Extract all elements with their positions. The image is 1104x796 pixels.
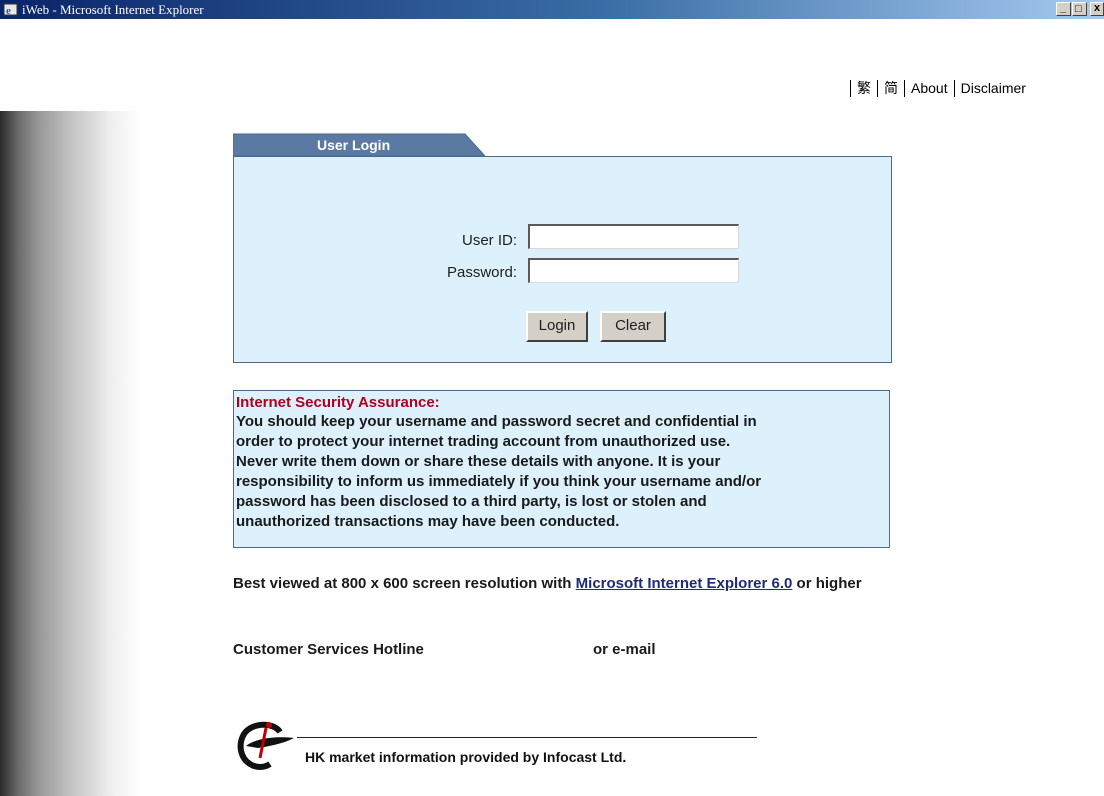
login-tab-label: User Login bbox=[317, 137, 391, 153]
window-title: iWeb - Microsoft Internet Explorer bbox=[22, 2, 204, 17]
minimize-icon: _ bbox=[1060, 2, 1067, 14]
nav-about[interactable]: About bbox=[904, 80, 954, 97]
password-input[interactable] bbox=[528, 258, 739, 283]
userid-input[interactable] bbox=[528, 224, 739, 249]
infocast-banner: HK market information provided by Infoca… bbox=[232, 702, 777, 779]
best-viewed-note: Best viewed at 800 x 600 screen resoluti… bbox=[233, 574, 893, 594]
nav-simplified-chinese[interactable]: 简 bbox=[877, 80, 904, 97]
security-line: password has been disclosed to a third p… bbox=[236, 493, 707, 510]
nav-disclaimer[interactable]: Disclaimer bbox=[953, 80, 1032, 97]
security-notice: Internet Security Assurance: You should … bbox=[233, 390, 890, 548]
security-line: responsibility to inform us immediately … bbox=[236, 473, 762, 490]
language-nav: 繁简 About Disclaimer bbox=[850, 80, 1032, 102]
best-viewed-prefix: Best viewed at 800 x 600 screen resoluti… bbox=[233, 575, 576, 592]
security-line: order to protect your internet trading a… bbox=[236, 433, 731, 450]
sidebar-gradient bbox=[0, 111, 140, 796]
maximize-button[interactable]: □ bbox=[1072, 2, 1087, 16]
login-panel: User ID: Password: Login Clear bbox=[233, 156, 892, 363]
window-titlebar: e iWeb - Microsoft Internet Explorer _ □… bbox=[0, 0, 1104, 19]
close-icon: x bbox=[1094, 2, 1101, 14]
security-line: You should keep your username and passwo… bbox=[236, 413, 757, 430]
userid-label: User ID: bbox=[461, 232, 517, 249]
maximize-icon: □ bbox=[1075, 3, 1082, 15]
email-label: or e-mail bbox=[593, 641, 656, 658]
security-line: unauthorized transactions may have been … bbox=[236, 513, 620, 530]
ie-download-link[interactable]: Microsoft Internet Explorer 6.0 bbox=[576, 575, 793, 592]
password-label: Password: bbox=[446, 264, 517, 281]
hotline-label: Customer Services Hotline bbox=[233, 641, 424, 658]
login-tab: User Login bbox=[233, 133, 485, 157]
security-line: Never write them down or share these det… bbox=[236, 453, 721, 470]
clear-button[interactable]: Clear bbox=[600, 311, 666, 342]
minimize-button[interactable]: _ bbox=[1056, 2, 1071, 16]
infocast-logo-icon bbox=[237, 721, 294, 770]
login-button[interactable]: Login bbox=[526, 311, 588, 342]
svg-text:e: e bbox=[6, 5, 11, 17]
infocast-credit: HK market information provided by Infoca… bbox=[305, 749, 627, 765]
nav-traditional-chinese[interactable]: 繁 bbox=[850, 80, 877, 97]
security-title: Internet Security Assurance: bbox=[236, 394, 440, 411]
ie-icon: e bbox=[3, 3, 18, 17]
footer-divider bbox=[297, 737, 757, 738]
close-button[interactable]: x bbox=[1090, 2, 1104, 16]
best-viewed-suffix: or higher bbox=[792, 575, 862, 592]
